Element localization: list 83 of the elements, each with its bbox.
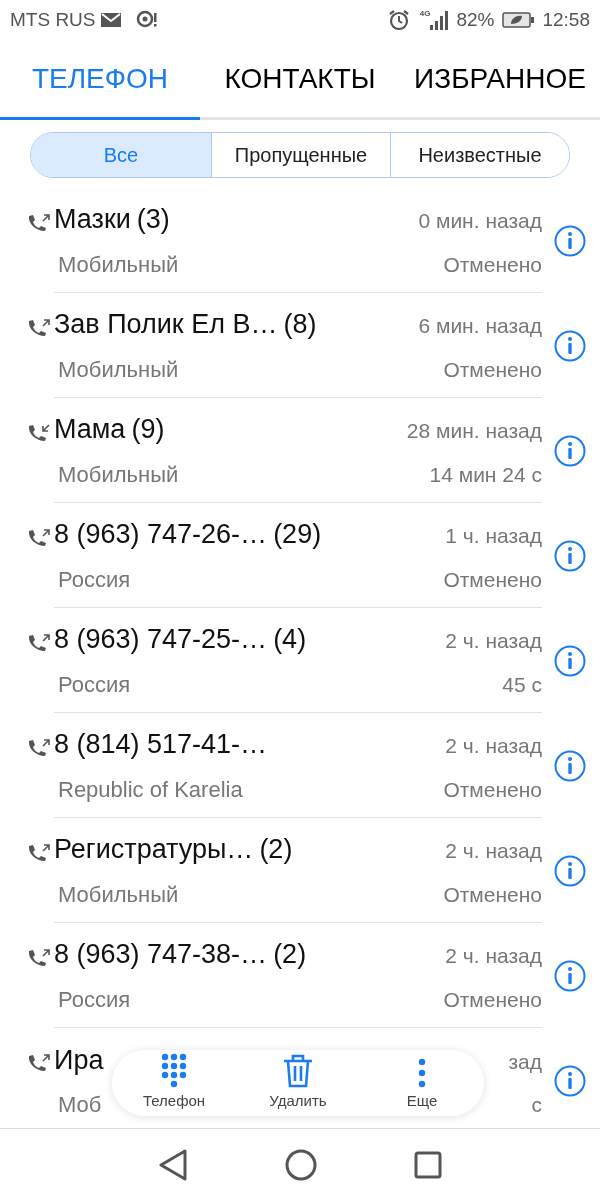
- toolbar-button[interactable]: Телефон: [119, 1052, 229, 1112]
- outgoing-call-icon: [26, 844, 50, 862]
- nfc-icon: [135, 10, 158, 30]
- trash-icon: [283, 1053, 313, 1088]
- dialpad-icon: [161, 1052, 187, 1088]
- contact-name: 8 (814) 517-41-…: [54, 728, 268, 762]
- info-icon[interactable]: [554, 959, 586, 992]
- more-icon: [418, 1057, 426, 1088]
- incoming-call-icon: [26, 424, 50, 442]
- call-count: (3): [136, 203, 170, 237]
- outgoing-call-icon: [26, 634, 50, 652]
- info-icon[interactable]: [554, 644, 586, 677]
- outgoing-call-icon: [26, 529, 50, 547]
- call-count: (2): [259, 833, 293, 867]
- call-status: Отменено: [443, 566, 542, 593]
- call-count: (29): [273, 518, 322, 552]
- info-icon[interactable]: [554, 1064, 586, 1097]
- tab[interactable]: КОНТАКТЫ: [200, 40, 400, 117]
- home-icon[interactable]: [285, 1148, 317, 1181]
- mail-icon: [99, 12, 122, 28]
- call-count: (8): [283, 308, 317, 342]
- call-status: Отменено: [443, 251, 542, 278]
- outgoing-call-icon: [26, 949, 50, 967]
- info-icon[interactable]: [554, 539, 586, 572]
- info-icon[interactable]: [554, 749, 586, 782]
- info-icon[interactable]: [554, 434, 586, 467]
- outgoing-call-icon: [26, 214, 50, 232]
- toolbar-button[interactable]: Еще: [367, 1057, 477, 1112]
- call-status: Отменено: [443, 776, 542, 803]
- filter-segment[interactable]: Неизвестные: [390, 133, 569, 177]
- call-time: 2 ч. назад: [445, 628, 542, 655]
- call-count: (4): [273, 623, 307, 657]
- contact-name: 8 (963) 747-26-…: [54, 518, 268, 552]
- contact-name: 8 (963) 747-38-…: [54, 938, 268, 972]
- outgoing-call-icon: [26, 739, 50, 757]
- battery-percent: 82%: [456, 7, 495, 32]
- call-time: 2 ч. назад: [445, 838, 542, 865]
- number-type: Россия: [58, 985, 131, 1014]
- contact-name: Мама: [54, 413, 126, 447]
- number-type: Россия: [58, 670, 131, 699]
- contact-name: Регистратуры…: [54, 833, 254, 867]
- tab[interactable]: ИЗБРАННОЕ: [400, 40, 600, 117]
- carrier-name: MTS RUS: [10, 7, 96, 32]
- battery-icon: [502, 12, 535, 28]
- contact-name: 8 (963) 747-25-…: [54, 623, 268, 657]
- call-count: (9): [131, 413, 165, 447]
- recents-icon[interactable]: [413, 1150, 442, 1179]
- number-type: Россия: [58, 565, 131, 594]
- call-time: зад: [508, 1048, 542, 1075]
- number-type: Мобильный: [58, 355, 179, 384]
- contact-name: Зав Полик Ел В…: [54, 308, 278, 342]
- back-icon[interactable]: [158, 1148, 189, 1181]
- number-type: Мобильный: [58, 460, 179, 489]
- number-type: Моб: [58, 1091, 102, 1120]
- call-count: (2): [273, 938, 307, 972]
- contact-name: Мазки: [54, 203, 131, 237]
- call-time: 0 мин. назад: [418, 208, 542, 235]
- call-time: 2 ч. назад: [445, 943, 542, 970]
- network-type: 4G: [419, 10, 431, 18]
- call-status: с: [531, 1092, 542, 1119]
- call-status: Отменено: [443, 986, 542, 1013]
- call-status: Отменено: [443, 356, 542, 383]
- number-type: Мобильный: [58, 880, 179, 909]
- outgoing-call-icon: [26, 1054, 50, 1072]
- call-status: Отменено: [443, 881, 542, 908]
- call-time: 1 ч. назад: [445, 523, 542, 550]
- call-status: 45 с: [502, 671, 542, 698]
- number-type: Мобильный: [58, 250, 179, 279]
- info-icon[interactable]: [554, 854, 586, 887]
- tab[interactable]: ТЕЛЕФОН: [0, 40, 200, 117]
- call-time: 6 мин. назад: [418, 313, 542, 340]
- contact-name: Ира: [54, 1043, 104, 1077]
- call-time: 28 мин. назад: [406, 418, 542, 445]
- outgoing-call-icon: [26, 319, 50, 337]
- info-icon[interactable]: [554, 329, 586, 362]
- toolbar-button[interactable]: Удалить: [243, 1053, 353, 1112]
- number-type: Republic of Karelia: [58, 775, 243, 804]
- clock: 12:58: [542, 7, 590, 32]
- call-time: 2 ч. назад: [445, 733, 542, 760]
- info-icon[interactable]: [554, 224, 586, 257]
- signal-icon: [430, 10, 449, 30]
- alarm-icon: [387, 9, 410, 31]
- call-status: 14 мин 24 с: [429, 461, 542, 488]
